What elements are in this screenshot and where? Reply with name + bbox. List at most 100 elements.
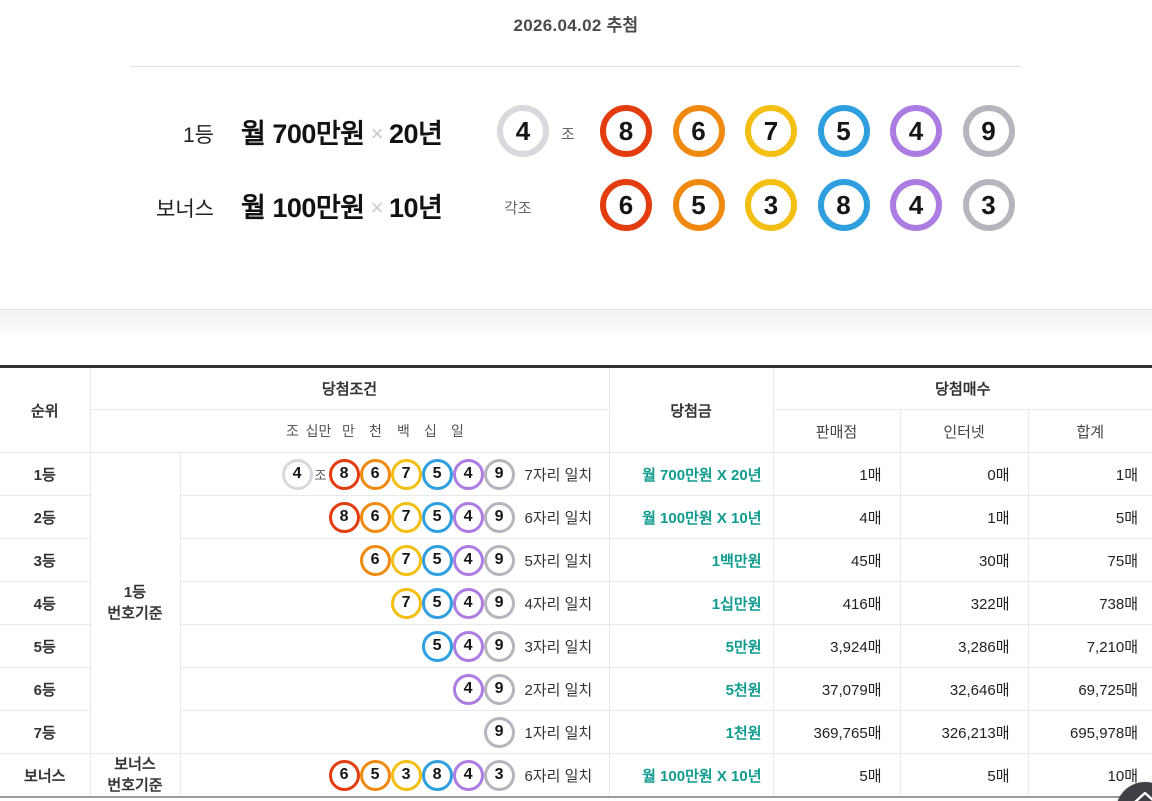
prize-table: 순위 당첨조건 당첨금 당첨매수 조 십만 만 천 백 십 일 판매점 인터넷 합계 1등 1…	[0, 365, 1152, 798]
number-ball: 9	[483, 716, 515, 748]
col-header-rank: 순위	[0, 366, 91, 453]
times-symbol: ×	[370, 195, 384, 220]
store-count-cell: 369,765매	[773, 710, 901, 754]
number-ball: 7	[390, 458, 422, 490]
number-ball: 5	[421, 587, 453, 619]
internet-count-cell: 3,286매	[900, 624, 1029, 668]
group-label: 조	[561, 126, 575, 143]
number-ball: 6	[359, 458, 391, 490]
prize-cell: 5천원	[609, 667, 774, 711]
digit-position-label: 만	[342, 423, 355, 439]
col-header-internet: 인터넷	[900, 409, 1029, 453]
table-row: 보너스 보너스 번호기준 6 5 3 8 4 3 6자리 일치 월 100만원 X 10년 5매 5매 1…	[0, 753, 1152, 798]
each-group-label: 각조	[504, 200, 532, 217]
digit-position-labels: 조 십만 만 천 백 십 일	[90, 409, 610, 453]
rank-cell: 3등	[0, 538, 91, 582]
digit-position-label: 천	[369, 423, 382, 439]
rank-cell: 6등	[0, 667, 91, 711]
total-count-cell: 695,978매	[1028, 710, 1152, 754]
number-ball: 6	[328, 759, 360, 791]
number-ball: 4	[452, 630, 484, 662]
group-basis-cell: 1등 번호기준	[90, 452, 181, 754]
store-count-cell: 45매	[773, 538, 901, 582]
rank-cell: 보너스	[0, 753, 91, 798]
number-ball: 3	[962, 179, 1015, 231]
number-ball: 8	[600, 105, 652, 157]
condition-cell: 4 9 2자리 일치	[180, 667, 610, 711]
first-number-balls: 867549	[600, 105, 1015, 157]
store-count-cell: 416매	[773, 581, 901, 625]
condition-cell: 6 5 3 8 4 3 6자리 일치	[180, 753, 610, 798]
number-ball: 9	[483, 587, 515, 619]
internet-count-cell: 1매	[900, 495, 1029, 539]
group-basis-line: 1등	[123, 584, 147, 601]
digit-position-label: 십만	[305, 423, 332, 439]
condition-cell: 5 4 9 3자리 일치	[180, 624, 610, 668]
number-ball: 6	[359, 544, 391, 576]
total-count-cell: 75매	[1028, 538, 1152, 582]
group-number-ball: 4	[281, 458, 313, 490]
years-text: 10년	[388, 193, 443, 223]
match-condition-label: 2자리 일치	[524, 681, 593, 699]
digit-position-label: 일	[451, 423, 464, 439]
years-text: 20년	[388, 119, 443, 149]
group-label: 조	[314, 467, 327, 483]
number-ball: 9	[483, 544, 515, 576]
number-ball: 4	[890, 105, 942, 157]
group-basis-cell: 보너스 번호기준	[90, 753, 181, 798]
prize-cell: 1천원	[609, 710, 774, 754]
amount-text: 월 100만원	[241, 193, 365, 223]
number-ball: 8	[328, 501, 360, 533]
store-count-cell: 3,924매	[773, 624, 901, 668]
number-ball: 4	[890, 179, 942, 231]
number-ball: 3	[390, 759, 422, 791]
table-row: 1등 1등 번호기준 4 조 8 6 7 5 4 9 7자리 일치 월 700만원 X 20년 1매 0매 1…	[0, 452, 1152, 754]
internet-count-cell: 0매	[900, 452, 1029, 496]
prize-cell: 1백만원	[609, 538, 774, 582]
condition-cell: 8 6 7 5 4 9 6자리 일치	[180, 495, 610, 539]
digit-position-label: 조	[286, 423, 299, 439]
bonus-prize-label: 보너스	[156, 198, 214, 221]
match-condition-label: 6자리 일치	[524, 767, 593, 785]
rank-cell: 1등	[0, 452, 91, 496]
number-ball: 9	[483, 673, 515, 705]
condition-cell: 6 7 5 4 9 5자리 일치	[180, 538, 610, 582]
match-condition-label: 3자리 일치	[524, 638, 593, 656]
first-prize-amount: 월 700만원 × 20년	[241, 112, 443, 151]
number-ball: 4	[452, 501, 484, 533]
number-ball: 4	[452, 587, 484, 619]
match-condition-label: 6자리 일치	[524, 509, 593, 527]
condition-cell: 7 5 4 9 4자리 일치	[180, 581, 610, 625]
number-ball: 4	[452, 759, 484, 791]
rank-cell: 7등	[0, 710, 91, 754]
number-ball: 5	[421, 501, 453, 533]
condition-cell: 4 조 8 6 7 5 4 9 7자리 일치	[180, 452, 610, 496]
prize-cell: 5만원	[609, 624, 774, 668]
number-ball: 5	[672, 179, 725, 231]
internet-count-cell: 322매	[900, 581, 1029, 625]
rank-cell: 2등	[0, 495, 91, 539]
group-number-ball: 4	[497, 105, 549, 157]
number-ball: 4	[452, 544, 484, 576]
col-header-total: 합계	[1028, 409, 1152, 453]
number-ball: 7	[390, 544, 422, 576]
match-condition-label: 4자리 일치	[524, 595, 593, 613]
digit-position-label: 십	[424, 423, 437, 439]
number-ball: 9	[483, 630, 515, 662]
prize-cell: 1십만원	[609, 581, 774, 625]
total-count-cell: 5매	[1028, 495, 1152, 539]
number-ball: 4	[452, 458, 484, 490]
number-ball: 5	[359, 759, 391, 791]
internet-count-cell: 32,646매	[900, 667, 1029, 711]
number-ball: 7	[745, 105, 797, 157]
total-count-cell: 69,725매	[1028, 667, 1152, 711]
number-ball: 5	[421, 458, 453, 490]
number-ball: 8	[817, 179, 870, 231]
total-count-cell: 1매	[1028, 452, 1152, 496]
col-header-store: 판매점	[773, 409, 901, 453]
store-count-cell: 5매	[773, 753, 901, 798]
number-ball: 9	[483, 458, 515, 490]
match-condition-label: 1자리 일치	[524, 724, 593, 742]
number-ball: 5	[421, 544, 453, 576]
number-ball: 6	[600, 179, 652, 231]
